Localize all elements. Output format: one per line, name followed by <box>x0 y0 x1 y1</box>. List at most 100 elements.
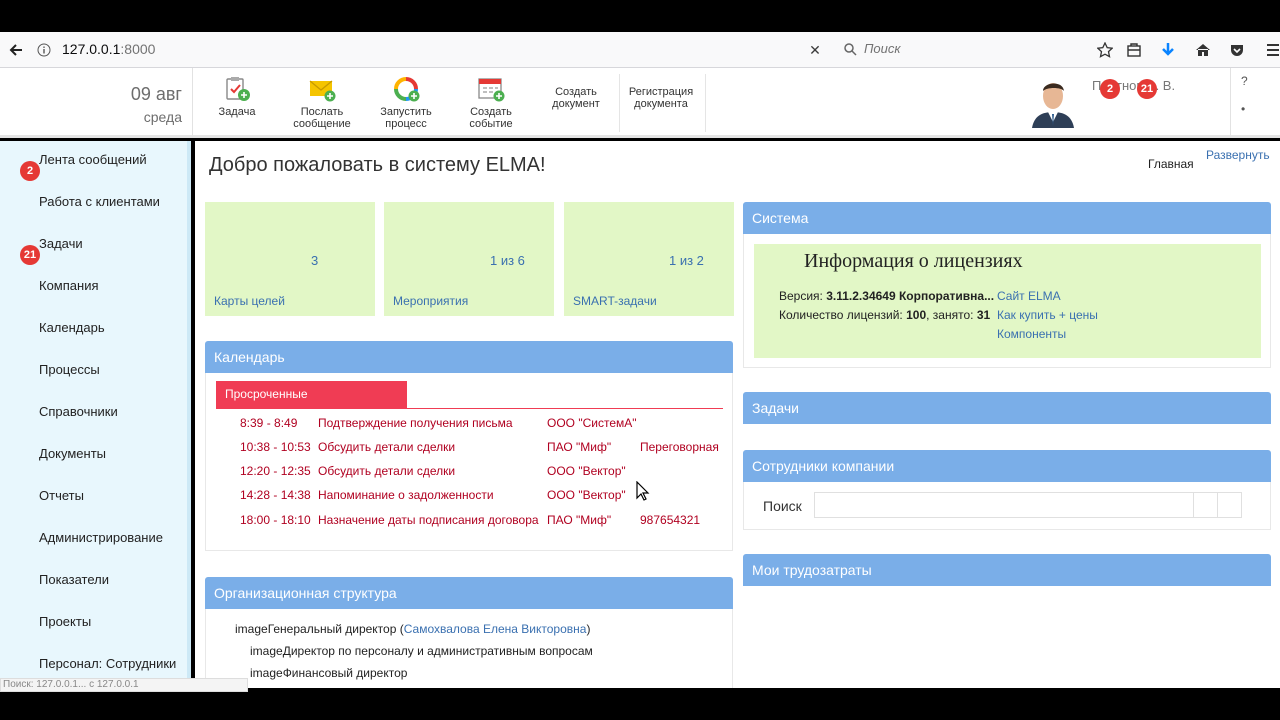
calendar-panel-header[interactable]: Календарь <box>205 341 733 373</box>
license-title: Информация о лицензиях <box>804 250 1023 272</box>
org-image-placeholder: image <box>235 622 268 636</box>
home-icon[interactable] <box>1193 40 1213 60</box>
count-label: Количество лицензий: <box>779 308 907 322</box>
org-position: Директор по персоналу и административным… <box>282 644 593 658</box>
browser-search-placeholder: Поиск <box>864 41 901 56</box>
page-title: Добро пожаловать в систему ELMA! <box>209 154 546 176</box>
date-day: 09 авг <box>130 84 182 104</box>
elma-site-link[interactable]: Сайт ELMA <box>997 289 1061 303</box>
app-header: 09 авг среда Задача Послать сообщение За… <box>0 68 1280 138</box>
menu-icon[interactable] <box>1263 40 1280 60</box>
calendar-event-icon <box>478 78 505 102</box>
event-subject[interactable]: Напоминание о задолженности <box>318 488 494 502</box>
download-icon[interactable] <box>1158 40 1178 60</box>
sidebar-item-feed[interactable]: Лента сообщений <box>39 152 147 167</box>
event-org[interactable]: ПАО "Миф" <box>547 513 611 527</box>
org-tail: ) <box>586 622 591 636</box>
employee-search-button[interactable] <box>1193 492 1218 518</box>
toolbar-create-document-label: Создать документ <box>552 86 600 110</box>
url-field[interactable]: 127.0.0.1:8000 <box>62 41 155 57</box>
help-button[interactable]: ? <box>1241 74 1248 88</box>
tile-caption[interactable]: SMART-задачи <box>573 294 657 308</box>
sidebar-item-reports[interactable]: Отчеты <box>39 488 84 503</box>
toolbar-event-label: Создать событие <box>469 106 513 130</box>
toolbar-register-document-button[interactable]: Регистрация документа <box>622 68 700 138</box>
sidebar-item-processes[interactable]: Процессы <box>39 362 100 377</box>
license-box: Информация о лицензиях Версия: 3.11.2.34… <box>754 244 1261 358</box>
tile-caption[interactable]: Карты целей <box>214 294 285 308</box>
labor-panel-header[interactable]: Мои трудозатраты <box>743 554 1271 586</box>
sidebar-item-indicators[interactable]: Показатели <box>39 572 109 587</box>
messages-badge[interactable]: 2 <box>1100 79 1120 99</box>
sidebar-item-directories[interactable]: Справочники <box>39 404 118 419</box>
org-person-link[interactable]: Самохвалова Елена Викторовна <box>404 622 587 636</box>
screen: 127.0.0.1:8000 ✕ Поиск 09 авг среда Зада… <box>0 0 1280 720</box>
event-org[interactable]: ООО "Вектор" <box>547 464 626 478</box>
main-content: Добро пожаловать в систему ELMA! Главная… <box>195 141 1280 688</box>
tile-caption[interactable]: Мероприятия <box>393 294 468 308</box>
toolbar-create-document-button[interactable]: Создать документ <box>542 68 610 138</box>
sidebar-item-personnel[interactable]: Персонал: Сотрудники <box>39 656 176 671</box>
components-link[interactable]: Компоненты <box>997 327 1066 341</box>
browser-toolbar: 127.0.0.1:8000 ✕ Поиск <box>0 32 1280 68</box>
employee-search-clear-button[interactable] <box>1217 492 1242 518</box>
overdue-tab[interactable]: Просроченные <box>216 381 407 408</box>
license-count-row: Количество лицензий: 100, занято: 31 <box>779 308 990 322</box>
info-icon[interactable] <box>34 40 54 60</box>
tile-goal-maps[interactable]: 3 Карты целей <box>205 202 375 316</box>
sidebar-item-clients[interactable]: Работа с клиентами <box>39 194 160 209</box>
library-icon[interactable] <box>1124 40 1144 60</box>
event-org[interactable]: ООО "Вектор" <box>547 488 626 502</box>
toolbar-event-button[interactable]: Создать событие <box>460 68 522 138</box>
expand-link[interactable]: Развернуть <box>1206 148 1270 162</box>
busy-value: 31 <box>976 308 991 322</box>
event-subject[interactable]: Обсудить детали сделки <box>318 440 455 454</box>
sidebar-item-company[interactable]: Компания <box>39 278 99 293</box>
employees-panel-header[interactable]: Сотрудники компании <box>743 450 1271 482</box>
tile-smart-tasks[interactable]: 1 из 2 SMART-задачи <box>564 202 734 316</box>
employee-search-input[interactable] <box>814 492 1242 518</box>
toolbar-process-button[interactable]: Запустить процесс <box>372 68 440 138</box>
org-image-placeholder: image <box>250 644 283 658</box>
header-more-button[interactable]: • <box>1241 102 1245 116</box>
toolbar-message-button[interactable]: Послать сообщение <box>288 68 356 138</box>
org-row: imageДиректор по персоналу и администрат… <box>250 644 593 658</box>
bookmark-star-icon[interactable] <box>1095 40 1115 60</box>
sidebar-item-documents[interactable]: Документы <box>39 446 106 461</box>
close-icon[interactable]: ✕ <box>805 40 825 60</box>
toolbar-process-label: Запустить процесс <box>380 106 432 130</box>
mouse-cursor-icon <box>636 481 650 501</box>
back-arrow-icon[interactable] <box>6 40 26 60</box>
pocket-icon[interactable] <box>1227 40 1247 60</box>
event-org[interactable]: ПАО "Миф" <box>547 440 611 454</box>
event-subject[interactable]: Обсудить детали сделки <box>318 464 455 478</box>
org-row: imageФинансовый директор <box>250 666 407 680</box>
event-subject[interactable]: Подтверждение получения письма <box>318 416 513 430</box>
date-weekday: среда <box>143 109 182 125</box>
sidebar-tasks-badge: 21 <box>20 245 40 265</box>
sidebar: Лента сообщений 2 Работа с клиентами Зад… <box>0 141 191 688</box>
sidebar-feed-badge: 2 <box>20 161 40 181</box>
org-panel-header[interactable]: Организационная структура <box>205 577 733 609</box>
system-panel-header[interactable]: Система <box>743 202 1271 234</box>
sidebar-item-administration[interactable]: Администрирование <box>39 530 163 545</box>
tasks-badge[interactable]: 21 <box>1137 79 1157 99</box>
buy-link[interactable]: Как купить + цены <box>997 308 1098 322</box>
tasks-panel-header[interactable]: Задачи <box>743 392 1271 424</box>
breadcrumb-home[interactable]: Главная <box>1148 157 1194 171</box>
toolbar-task-button[interactable]: Задача <box>208 68 266 138</box>
envelope-icon <box>309 80 336 102</box>
tile-events[interactable]: 1 из 6 Мероприятия <box>384 202 554 316</box>
header-divider <box>1230 68 1231 138</box>
tab-underline <box>216 408 723 409</box>
sidebar-item-tasks[interactable]: Задачи <box>39 236 83 251</box>
event-subject[interactable]: Назначение даты подписания договора <box>318 513 539 527</box>
sidebar-item-calendar[interactable]: Календарь <box>39 320 105 335</box>
browser-search-field[interactable]: Поиск <box>836 38 1084 62</box>
sidebar-item-projects[interactable]: Проекты <box>39 614 91 629</box>
task-icon <box>226 77 250 101</box>
url-host: 127.0.0.1 <box>62 41 121 57</box>
event-org[interactable]: ООО "СистемА" <box>547 416 637 430</box>
avatar[interactable] <box>1030 76 1076 128</box>
count-value: 100 <box>906 308 927 322</box>
